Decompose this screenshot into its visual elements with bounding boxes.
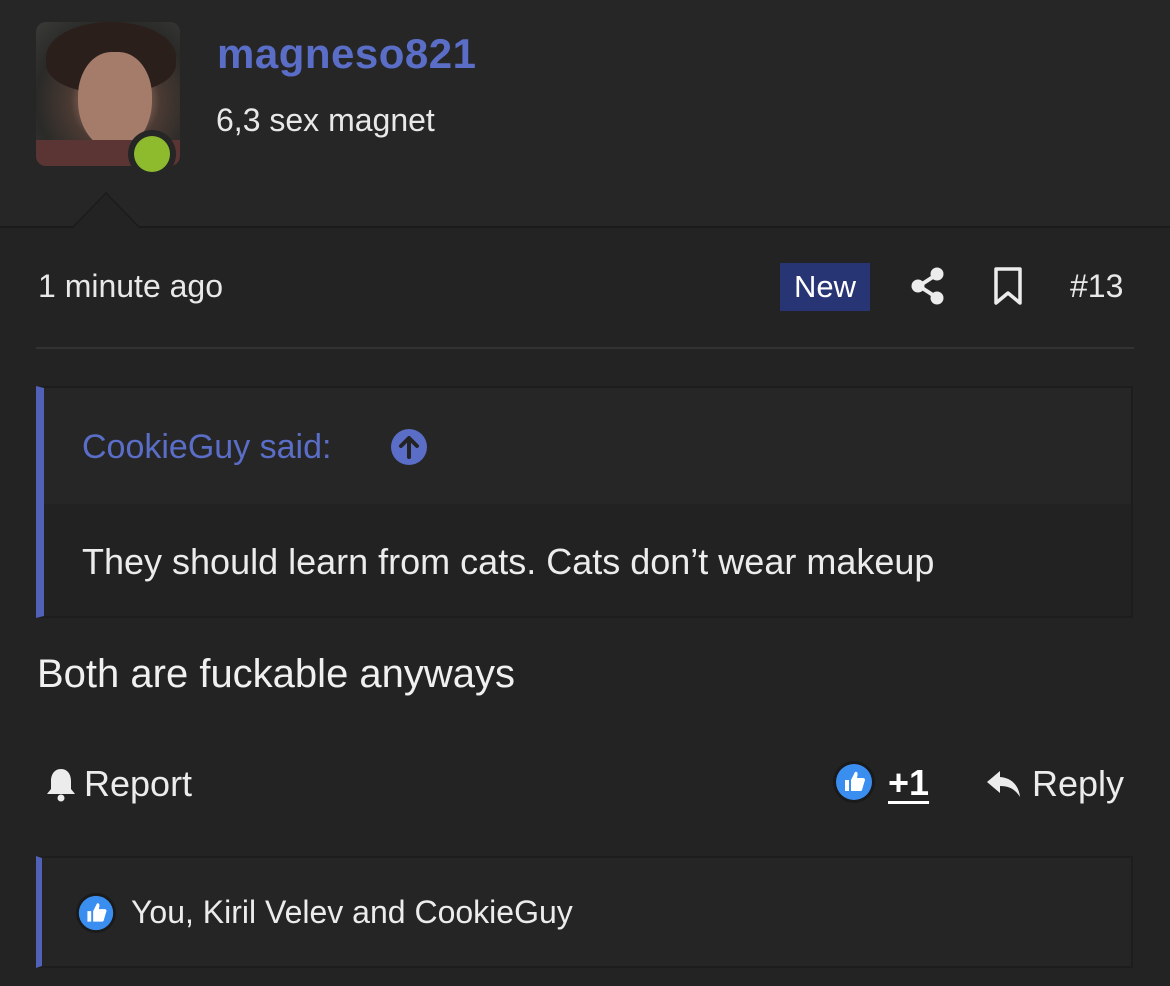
post-number-link[interactable]: #13 [1070, 268, 1123, 305]
new-badge: New [780, 263, 870, 311]
header-notch [73, 194, 139, 228]
post-header: magneso821 6,3 sex magnet [0, 0, 1170, 228]
reactions-summary[interactable]: You, Kiril Velev and CookieGuy [131, 894, 573, 931]
bell-icon [47, 769, 75, 802]
like-icon[interactable] [832, 760, 876, 804]
post-body: Both are fuckable anyways [37, 652, 516, 696]
quote-block: CookieGuy said: They should learn from c… [36, 386, 1133, 618]
reply-arrow-icon [987, 771, 1020, 797]
quote-header: CookieGuy said: [44, 388, 1131, 504]
share-icon[interactable] [908, 266, 948, 306]
reply-label: Reply [1032, 763, 1125, 804]
user-title: 6,3 sex magnet [216, 102, 435, 138]
online-status-indicator [128, 130, 176, 178]
divider [36, 347, 1134, 349]
report-label: Report [84, 763, 193, 804]
reactions-bar[interactable]: You, Kiril Velev and CookieGuy [36, 856, 1133, 968]
arrow-up-circle-icon[interactable] [390, 428, 428, 466]
report-button[interactable]: Report [44, 762, 192, 806]
reaction-count-link[interactable]: +1 [888, 762, 929, 804]
username-link[interactable]: magneso821 [217, 30, 476, 78]
post-timestamp[interactable]: 1 minute ago [38, 268, 223, 305]
reply-button[interactable]: Reply [984, 762, 1124, 806]
like-icon [75, 892, 117, 934]
quote-text: They should learn from cats. Cats don’t … [82, 541, 935, 582]
bookmark-icon[interactable] [992, 266, 1024, 306]
quote-author[interactable]: CookieGuy said: [82, 428, 331, 467]
